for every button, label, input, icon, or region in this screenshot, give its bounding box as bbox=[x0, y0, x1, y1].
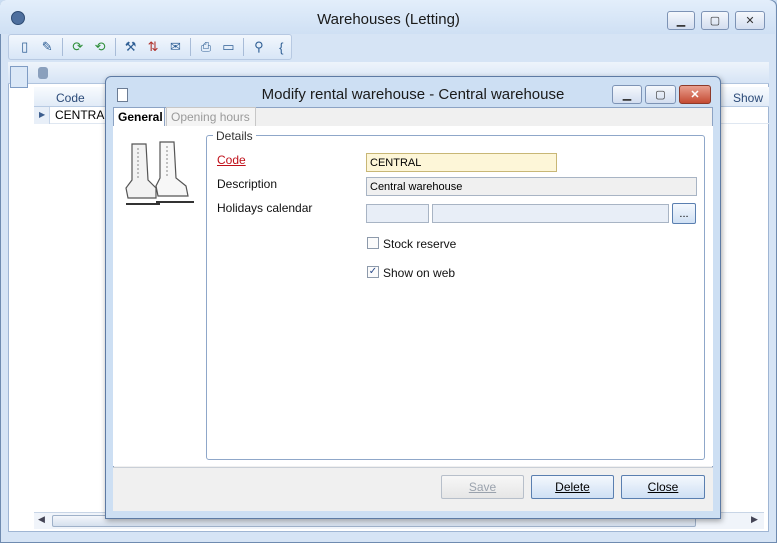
filter-icon[interactable]: ⚲ bbox=[249, 37, 268, 57]
toolbar-separator bbox=[114, 38, 116, 56]
edit-icon[interactable]: ✎ bbox=[37, 37, 56, 57]
description-label: Description bbox=[217, 177, 278, 191]
tab-opening-hours[interactable]: Opening hours bbox=[166, 107, 256, 126]
show-on-web-label: Show on web bbox=[383, 266, 456, 280]
window-title: Warehouses (Letting) bbox=[317, 11, 460, 28]
dialog-close-button[interactable]: ✕ bbox=[679, 85, 711, 104]
row-indicator-icon: ▶ bbox=[34, 107, 50, 124]
print-icon[interactable]: ⎙ bbox=[196, 37, 215, 57]
export-icon[interactable]: ▭ bbox=[219, 37, 238, 57]
toolbar-separator bbox=[61, 38, 63, 56]
holidays-browse-button[interactable]: ... bbox=[672, 203, 696, 224]
scroll-left-icon[interactable]: ◀ bbox=[38, 514, 45, 525]
description-field[interactable] bbox=[366, 177, 697, 196]
details-legend: Details bbox=[213, 129, 256, 143]
database-icon bbox=[38, 67, 48, 79]
tools-icon[interactable]: ⚒ bbox=[121, 37, 140, 57]
refresh-all-icon[interactable]: ⟲ bbox=[90, 37, 109, 57]
ice-skates-image bbox=[122, 140, 200, 210]
holidays-calendar-name-field[interactable] bbox=[432, 204, 669, 223]
code-label: Code bbox=[217, 153, 246, 167]
scroll-right-icon[interactable]: ▶ bbox=[751, 514, 758, 525]
column-header-code[interactable]: Code bbox=[56, 91, 85, 105]
stock-reserve-label: Stock reserve bbox=[383, 237, 457, 251]
dialog-minimize-button[interactable]: ▁ bbox=[612, 85, 642, 104]
more-icon[interactable]: { bbox=[272, 37, 291, 57]
holidays-calendar-code-field[interactable] bbox=[366, 204, 429, 223]
table-cell-code[interactable]: CENTRAL bbox=[55, 108, 111, 122]
minimize-button[interactable]: ▁ bbox=[667, 11, 695, 30]
tab-general[interactable]: General bbox=[113, 107, 165, 126]
show-on-web-checkbox[interactable]: ✓ bbox=[367, 266, 379, 278]
refresh-icon[interactable]: ⟳ bbox=[68, 37, 87, 57]
stock-reserve-checkbox[interactable] bbox=[367, 237, 379, 249]
main-toolbar: ▯ ✎ ⟳ ⟲ ⚒ ⇅ ✉ ⎙ ▭ ⚲ { bbox=[8, 34, 292, 60]
delete-button[interactable]: Delete bbox=[531, 475, 614, 499]
column-header-show[interactable]: Show bbox=[733, 91, 763, 105]
close-dialog-button[interactable]: Close bbox=[621, 475, 705, 499]
toolbar-separator bbox=[190, 38, 192, 56]
save-button[interactable]: Save bbox=[441, 475, 524, 499]
search-icon[interactable] bbox=[10, 66, 28, 88]
new-icon[interactable]: ▯ bbox=[15, 37, 34, 57]
sort-icon[interactable]: ⇅ bbox=[143, 37, 162, 57]
maximize-button[interactable]: ▢ bbox=[701, 11, 729, 30]
holidays-calendar-label: Holidays calendar bbox=[217, 201, 313, 215]
dialog-maximize-button[interactable]: ▢ bbox=[645, 85, 676, 104]
toolbar-separator bbox=[243, 38, 245, 56]
comment-icon[interactable]: ✉ bbox=[166, 37, 185, 57]
close-button[interactable]: ✕ bbox=[735, 11, 765, 30]
code-field[interactable] bbox=[366, 153, 557, 172]
